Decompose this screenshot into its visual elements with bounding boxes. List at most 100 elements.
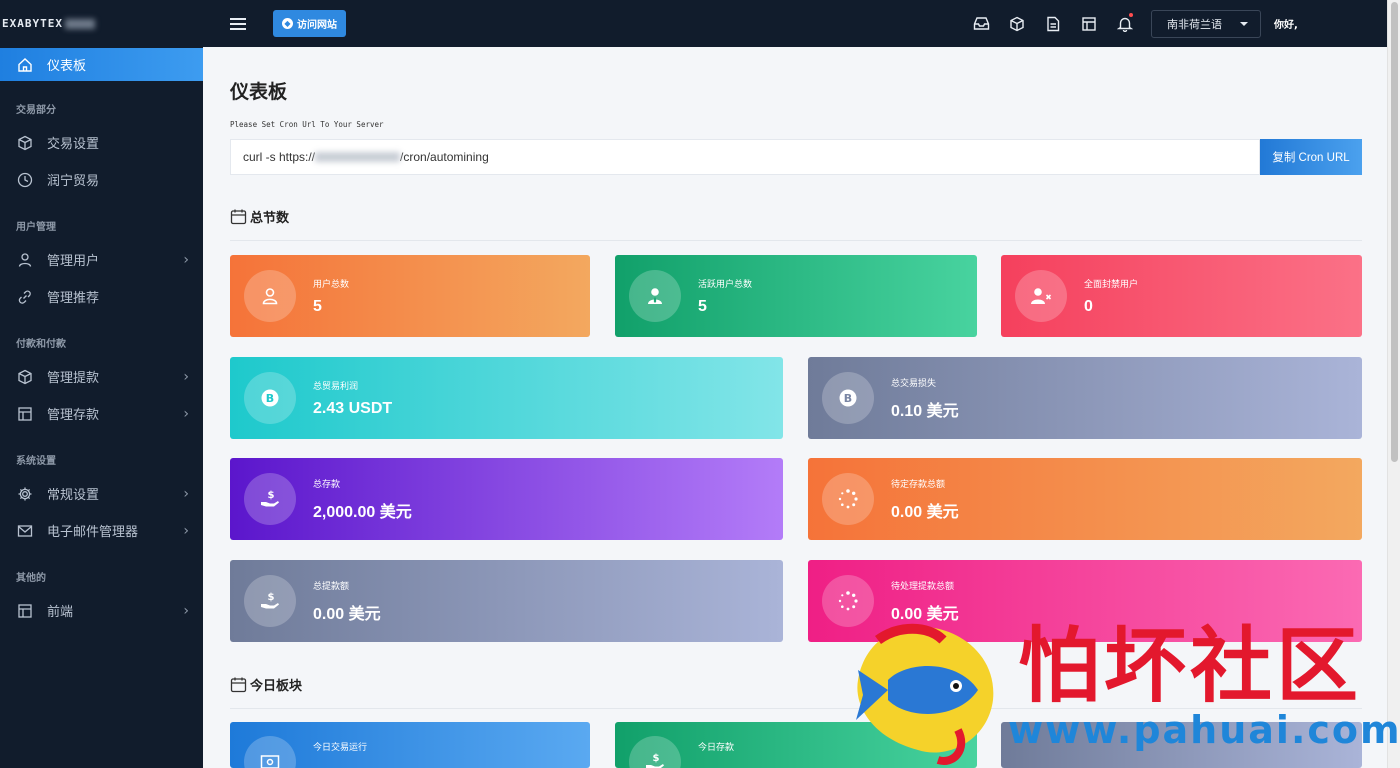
- sidebar-item-dashboard[interactable]: 仪表板: [0, 48, 203, 81]
- sidebar-item-trade-log[interactable]: 润宁贸易: [0, 161, 203, 198]
- user-greeting[interactable]: 你好,: [1274, 16, 1387, 31]
- sidebar-item-label: 管理用户: [47, 254, 100, 269]
- svg-text:$: $: [653, 753, 660, 764]
- svg-text:B: B: [844, 392, 852, 405]
- sidebar-item-email-manager[interactable]: 电子邮件管理器 ›: [0, 512, 203, 549]
- chevron-right-icon: ›: [183, 485, 189, 502]
- language-select[interactable]: 南非荷兰语: [1151, 9, 1261, 38]
- menu-toggle-icon[interactable]: [230, 17, 246, 30]
- language-value: 南非荷兰语: [1167, 17, 1222, 31]
- sidebar-item-label: 管理存款: [47, 408, 100, 423]
- hand-money-icon: $: [244, 473, 296, 525]
- cube-icon: [16, 368, 34, 386]
- brand-text: EXABYTEX: [2, 17, 63, 30]
- caret-down-icon: [1240, 21, 1248, 26]
- card-today-withdraw[interactable]: [1001, 722, 1362, 768]
- card-label: 全面封禁用户: [1084, 279, 1139, 290]
- card-active-users[interactable]: 活跃用户总数 5: [615, 255, 977, 337]
- card-today-trade[interactable]: 今日交易运行: [230, 722, 590, 768]
- section-divider: [230, 708, 1362, 709]
- sidebar-item-label: 前端: [47, 605, 74, 620]
- sidebar-heading-payments: 付款和付款: [16, 339, 66, 350]
- globe-icon: ◆: [282, 18, 293, 29]
- notification-badge: [1129, 13, 1133, 17]
- bitcoin-icon: B: [822, 372, 874, 424]
- card-value: 5: [698, 297, 707, 315]
- svg-text:B: B: [266, 392, 274, 405]
- card-pending-deposit[interactable]: 待定存款总额 0.00 美元: [808, 458, 1362, 540]
- card-value: 2,000.00 美元: [313, 503, 412, 521]
- home-icon: [16, 56, 34, 74]
- sidebar-item-frontend[interactable]: 前端 ›: [0, 592, 203, 629]
- page-title: 仪表板: [230, 81, 288, 103]
- sidebar-item-trade-settings[interactable]: 交易设置: [0, 124, 203, 161]
- visit-website-label: 访问网站: [297, 20, 337, 31]
- chevron-right-icon: ›: [183, 368, 189, 385]
- card-value: 0.00 美元: [313, 605, 381, 623]
- cron-url-prefix: curl -s https://: [243, 150, 316, 164]
- scrollbar-thumb[interactable]: [1391, 2, 1398, 462]
- svg-text:$: $: [268, 490, 275, 501]
- sidebar-item-manage-users[interactable]: 管理用户 ›: [0, 241, 203, 278]
- document-icon[interactable]: [1035, 0, 1071, 47]
- user-icon: [244, 270, 296, 322]
- calendar-icon: [230, 209, 247, 225]
- card-pending-withdraw[interactable]: 待处理提款总额 0.00 美元: [808, 560, 1362, 642]
- card-trade-loss[interactable]: B 总交易损失 0.10 美元: [808, 357, 1362, 439]
- sidebar-heading-trade: 交易部分: [16, 105, 56, 116]
- cron-url-redacted: [315, 152, 401, 162]
- card-label: 待定存款总额: [891, 479, 946, 490]
- copy-cron-button[interactable]: 复制 Cron URL: [1260, 139, 1362, 175]
- chevron-right-icon: ›: [183, 602, 189, 619]
- section-total-label: 总节数: [250, 211, 290, 226]
- gear-icon: [16, 485, 34, 503]
- card-label: 总提款额: [313, 581, 350, 592]
- visit-website-button[interactable]: ◆ 访问网站: [273, 10, 346, 37]
- card-label: 总贸易利润: [313, 381, 359, 392]
- card-label: 今日交易运行: [313, 743, 368, 753]
- cube-icon[interactable]: [999, 0, 1035, 47]
- sidebar-item-label: 常规设置: [47, 488, 100, 503]
- card-trade-profit[interactable]: B 总贸易利润 2.43 USDT: [230, 357, 783, 439]
- cron-url-input[interactable]: curl -s https:// /cron/automining: [230, 139, 1260, 175]
- bell-icon[interactable]: [1107, 0, 1143, 47]
- spinner-icon: [822, 473, 874, 525]
- card-total-deposit[interactable]: $ 总存款 2,000.00 美元: [230, 458, 783, 540]
- card-today-deposit[interactable]: $ 今日存款: [615, 722, 977, 768]
- mail-icon: [16, 522, 34, 540]
- hand-money-icon: $: [244, 575, 296, 627]
- user-icon: [16, 251, 34, 269]
- sidebar-item-referrals[interactable]: 管理推荐: [0, 278, 203, 315]
- card-label: 今日存款: [698, 743, 735, 753]
- scrollbar[interactable]: [1387, 0, 1400, 768]
- table-icon[interactable]: [1071, 0, 1107, 47]
- sidebar-item-general-settings[interactable]: 常规设置 ›: [0, 475, 203, 512]
- card-value: 2.43 USDT: [313, 399, 393, 417]
- user-tie-icon: [629, 270, 681, 322]
- card-total-withdraw[interactable]: $ 总提款额 0.00 美元: [230, 560, 783, 642]
- inbox-icon[interactable]: [963, 0, 999, 47]
- sidebar-heading-other: 其他的: [16, 573, 46, 584]
- card-total-users[interactable]: 用户总数 5: [230, 255, 590, 337]
- cube-icon: [16, 134, 34, 152]
- card-value: 0.10 美元: [891, 402, 959, 420]
- card-value: 5: [313, 297, 322, 315]
- brand-logo[interactable]: EXABYTEX: [0, 0, 203, 47]
- sidebar-item-deposits[interactable]: 管理存款 ›: [0, 395, 203, 432]
- sidebar-item-label: 交易设置: [47, 137, 100, 152]
- topbar: ◆ 访问网站 南非荷兰语 你好,: [203, 0, 1387, 47]
- sidebar-item-label: 仪表板: [47, 59, 87, 74]
- chevron-right-icon: ›: [183, 251, 189, 268]
- sidebar-item-withdrawals[interactable]: 管理提款 ›: [0, 358, 203, 395]
- card-label: 总存款: [313, 479, 341, 490]
- sidebar-heading-users: 用户管理: [16, 222, 56, 233]
- card-banned-users[interactable]: 全面封禁用户 0: [1001, 255, 1362, 337]
- section-total-title: 总节数: [230, 207, 289, 226]
- sidebar: EXABYTEX 仪表板 交易部分 交易设置 润宁贸易 用户管理 管理用户 › …: [0, 0, 203, 768]
- sidebar-item-label: 润宁贸易: [47, 174, 100, 189]
- link-icon: [16, 288, 34, 306]
- card-value: 0.00 美元: [891, 605, 959, 623]
- card-label: 总交易损失: [891, 378, 937, 389]
- card-value: 0.00 美元: [891, 503, 959, 521]
- cron-url-group: curl -s https:// /cron/automining 复制 Cro…: [230, 139, 1362, 175]
